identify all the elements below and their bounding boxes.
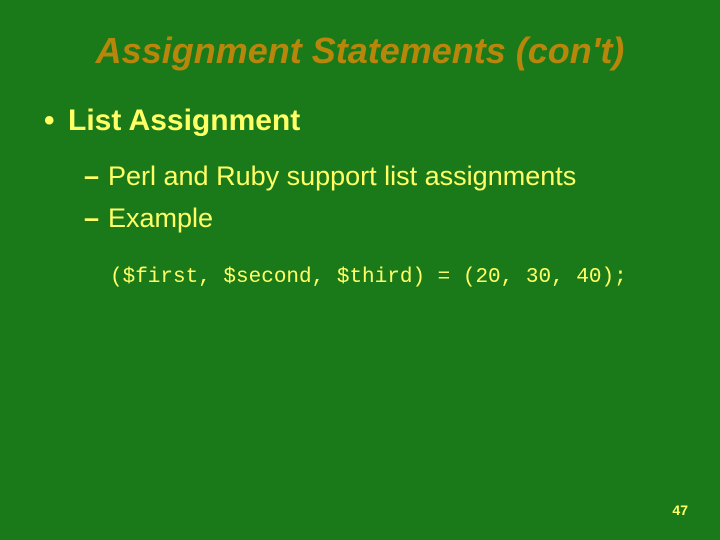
bullet-level1: List Assignment: [40, 102, 680, 140]
code-example: ($first, $second, $third) = (20, 30, 40)…: [110, 264, 680, 291]
bullet-level2: Example: [40, 200, 680, 236]
page-number: 47: [672, 502, 688, 518]
slide-title: Assignment Statements (con't): [40, 30, 680, 72]
slide: Assignment Statements (con't) List Assig…: [0, 0, 720, 540]
bullet-level2: Perl and Ruby support list assignments: [40, 158, 680, 194]
